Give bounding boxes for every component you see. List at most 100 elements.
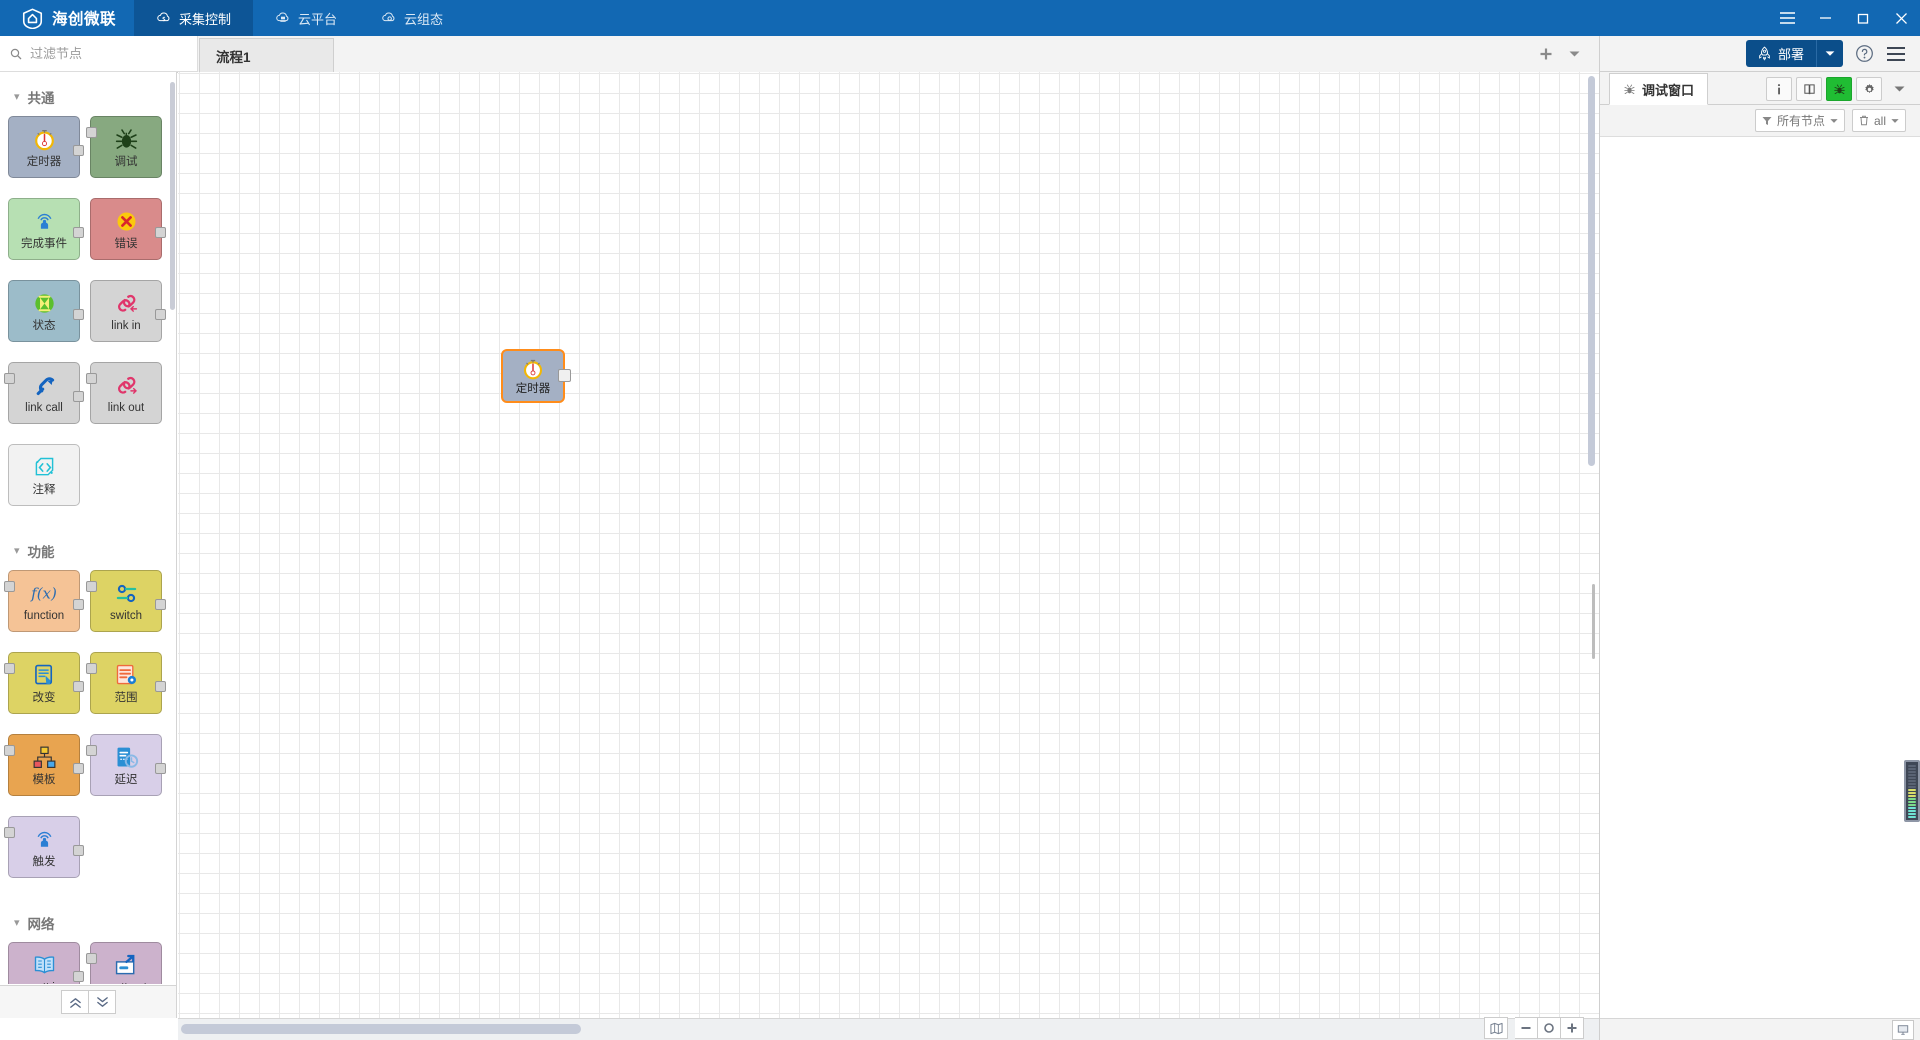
flow-canvas[interactable]: 定时器 <box>178 72 1599 1018</box>
palette-node-debug[interactable]: 调试 <box>86 116 162 178</box>
node-input-port[interactable] <box>86 373 97 384</box>
node-input-port[interactable] <box>4 663 15 674</box>
nav-tab-cloud-config[interactable]: 云组态 <box>359 0 465 36</box>
node-output-port[interactable] <box>73 145 84 156</box>
palette-node-link-call[interactable]: link call <box>4 362 84 424</box>
close-button[interactable] <box>1882 0 1920 36</box>
palette-node-switch[interactable]: switch <box>86 570 166 632</box>
palette-node-link-out[interactable]: link out <box>86 362 162 424</box>
zoom-in-button[interactable] <box>1561 1017 1584 1039</box>
node-output-port[interactable] <box>73 227 84 238</box>
palette-section-header[interactable]: ▾ 网络 <box>0 908 176 942</box>
palette-section-header[interactable]: ▾ 功能 <box>0 536 176 570</box>
node-output-port[interactable] <box>73 309 84 320</box>
navigator-button[interactable] <box>1484 1017 1508 1039</box>
flow-tab-label: 流程1 <box>216 49 251 65</box>
sidebar-tab-debug[interactable]: 调试窗口 <box>1609 73 1709 105</box>
search-input[interactable] <box>28 45 182 62</box>
canvas-vertical-scrollbar-secondary[interactable] <box>1592 584 1595 659</box>
nav-tab-cloud-platform[interactable]: 云平台 <box>253 0 359 36</box>
deploy-main[interactable]: 部署 <box>1746 44 1816 63</box>
palette-node-range[interactable]: 范围 <box>86 652 166 714</box>
node-input-port[interactable] <box>4 581 15 592</box>
palette-node-mqtt-in[interactable]: mqtt in <box>8 942 84 984</box>
canvas-horizontal-scroll-thumb[interactable] <box>181 1024 581 1034</box>
nav-tab-collect-control[interactable]: 采集控制 <box>134 0 254 36</box>
debug-tab-button[interactable] <box>1826 77 1852 101</box>
node-output-port[interactable] <box>73 391 84 402</box>
trigger-icon <box>29 824 59 854</box>
palette-node-error[interactable]: 错误 <box>90 198 166 260</box>
expand-all-button[interactable] <box>89 990 116 1014</box>
palette-filter[interactable] <box>0 36 198 72</box>
palette-section-header[interactable]: ▾ 共通 <box>0 82 176 116</box>
help-circle-icon <box>1856 45 1873 62</box>
deploy-caret[interactable] <box>1816 40 1843 67</box>
main-menu-button[interactable] <box>1886 46 1906 62</box>
flow-tab-1[interactable]: 流程1 <box>199 38 334 73</box>
node-output-port[interactable] <box>155 681 166 692</box>
palette-section-common: ▾ 共通 定时器 调试 完成事件 错误 状态 link in link call… <box>0 72 176 526</box>
palette-node-function[interactable]: f(x) function <box>4 570 84 632</box>
node-output-port[interactable] <box>73 599 84 610</box>
sidebar-filter-row: 所有节点 all <box>1600 105 1920 137</box>
node-output-port[interactable] <box>73 971 84 982</box>
help-button[interactable] <box>1855 44 1874 63</box>
sidebar-tab-buttons <box>1766 77 1920 104</box>
deploy-button[interactable]: 部署 <box>1745 40 1843 67</box>
palette-node-label: link call <box>25 402 63 414</box>
palette-node-link-in[interactable]: link in <box>90 280 166 342</box>
palette-node-complete[interactable]: 完成事件 <box>8 198 84 260</box>
node-input-port[interactable] <box>86 953 97 964</box>
zoom-reset-button[interactable] <box>1538 1017 1561 1039</box>
zoom-out-button[interactable] <box>1515 1017 1538 1039</box>
sidebar-menu-button[interactable] <box>1886 77 1912 101</box>
node-output-port[interactable] <box>155 599 166 610</box>
palette-node-trigger[interactable]: 触发 <box>4 816 84 878</box>
palette-node-mqtt-out[interactable]: mqtt out <box>86 942 162 984</box>
canvas-horizontal-scrollbar[interactable] <box>178 1018 1599 1040</box>
node-output-port[interactable] <box>558 369 571 382</box>
hamburger-icon <box>1779 12 1795 24</box>
node-input-port[interactable] <box>4 745 15 756</box>
flow-tab-bar: 流程1 <box>199 36 1599 73</box>
node-output-port[interactable] <box>73 681 84 692</box>
change-icon <box>29 660 59 690</box>
palette-node-change[interactable]: 改变 <box>4 652 84 714</box>
node-output-port[interactable] <box>73 763 84 774</box>
node-output-port[interactable] <box>73 845 84 856</box>
info-tab-button[interactable] <box>1766 77 1792 101</box>
palette-node-timer[interactable]: 定时器 <box>8 116 84 178</box>
help-tab-button[interactable] <box>1796 77 1822 101</box>
config-tab-button[interactable] <box>1856 77 1882 101</box>
node-input-port[interactable] <box>4 827 15 838</box>
node-input-port[interactable] <box>86 581 97 592</box>
app-menu-button[interactable] <box>1768 0 1806 36</box>
monitor-button[interactable] <box>1892 1019 1914 1040</box>
palette-node-delay[interactable]: 延迟 <box>86 734 166 796</box>
maximize-button[interactable] <box>1844 0 1882 36</box>
node-output-port[interactable] <box>155 227 166 238</box>
node-input-port[interactable] <box>86 745 97 756</box>
palette-node-grid: 定时器 调试 完成事件 错误 状态 link in link call link… <box>0 116 176 526</box>
add-flow-button[interactable] <box>1533 42 1559 66</box>
node-input-port[interactable] <box>4 373 15 384</box>
collapse-all-button[interactable] <box>61 990 89 1014</box>
deploy-label: 部署 <box>1777 47 1804 62</box>
chevron-down-icon: ▾ <box>14 90 20 103</box>
palette-scrollbar[interactable] <box>170 82 175 310</box>
canvas-node-timer[interactable]: 定时器 <box>501 349 571 403</box>
node-output-port[interactable] <box>155 309 166 320</box>
clear-messages-dropdown[interactable]: all <box>1851 109 1906 132</box>
node-input-port[interactable] <box>86 663 97 674</box>
palette-node-template[interactable]: 模板 <box>4 734 84 796</box>
flow-menu-button[interactable] <box>1561 42 1587 66</box>
node-filter-dropdown[interactable]: 所有节点 <box>1754 109 1845 132</box>
node-input-port[interactable] <box>86 127 97 138</box>
palette-node-status[interactable]: 状态 <box>8 280 84 342</box>
canvas-vertical-scrollbar[interactable] <box>1588 76 1595 466</box>
debug-message-list[interactable] <box>1600 137 1920 1018</box>
palette-node-comment[interactable]: 注释 <box>8 444 80 506</box>
node-output-port[interactable] <box>155 763 166 774</box>
minimize-button[interactable] <box>1806 0 1844 36</box>
